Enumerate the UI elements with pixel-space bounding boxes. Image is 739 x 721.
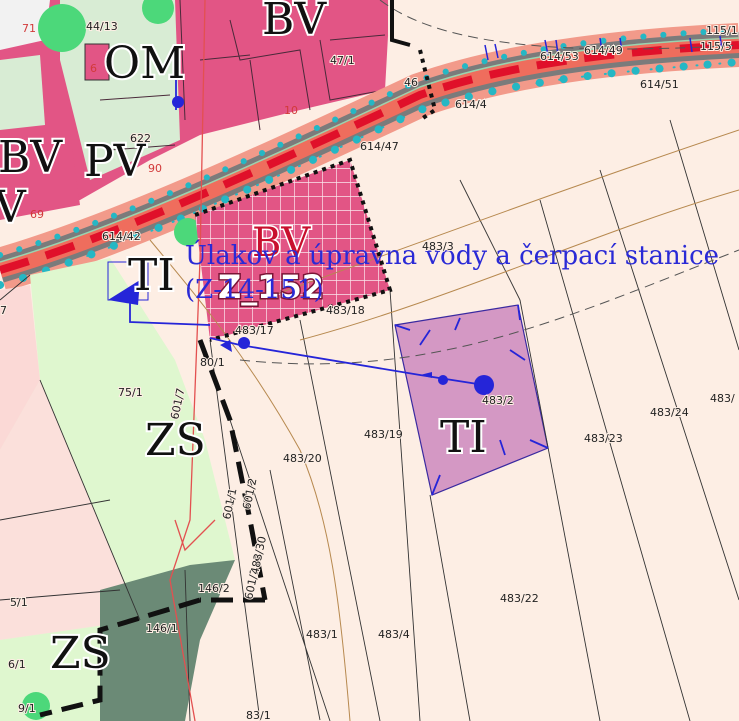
parcel-7: 7	[0, 304, 7, 317]
parcel-71: 71	[22, 22, 36, 35]
zone-label-bv-left: BV	[0, 132, 63, 183]
parcel-75-1: 75/1	[118, 386, 143, 399]
map-canvas[interactable]: BV OM BV PV V TI BV Z_152 TI ZS ZS Úlako…	[0, 0, 739, 721]
annotation-line2: (Z-14-151)	[185, 275, 324, 305]
parcel-483-18: 483/18	[326, 304, 365, 317]
parcel-47-1: 47/1	[330, 54, 355, 67]
parcel-483-20: 483/20	[283, 452, 322, 465]
parcel-614-53: 614/53	[540, 50, 579, 63]
parcel-614-49: 614/49	[584, 44, 623, 57]
zone-label-zs-mid: ZS	[145, 415, 206, 466]
parcel-483-4: 483/4	[378, 628, 410, 641]
parcel-146-2: 146/2	[198, 582, 230, 595]
parcel-622: 622	[130, 132, 151, 145]
parcel-483-2: 483/2	[482, 394, 514, 407]
parcel-614-4: 614/4	[455, 98, 487, 111]
parcel-115-1: 115/1	[706, 24, 738, 37]
parcel-10: 10	[284, 104, 298, 117]
pipe-node-dot-left	[238, 337, 250, 349]
parcel-80-1: 80/1	[200, 356, 225, 369]
parcel-83-1: 83/1	[246, 709, 271, 721]
parcel-483-22: 483/22	[500, 592, 539, 605]
zone-label-bv-top: BV	[262, 0, 327, 45]
public-space-left	[0, 55, 45, 130]
parcel-5-1: 5/1	[10, 596, 28, 609]
parcel-483-1: 483/1	[306, 628, 338, 641]
zone-label-ti-left: TI	[128, 250, 175, 301]
parcel-483-19: 483/19	[364, 428, 403, 441]
parcel-483-3: 483/3	[422, 240, 454, 253]
parcel-44-13: 44/13	[86, 20, 118, 33]
parcel-483-24: 483/24	[650, 406, 689, 419]
parcel-483-right: 483/	[710, 392, 735, 405]
pump-station-dot[interactable]	[474, 375, 494, 395]
parcel-483-23: 483/23	[584, 432, 623, 445]
parcel-6-1: 6/1	[8, 658, 26, 671]
parcel-614-47: 614/47	[360, 140, 399, 153]
parcel-483-17: 483/17	[235, 324, 274, 337]
civic-circle-top	[38, 4, 86, 52]
parcel-6: 6	[90, 62, 97, 75]
zone-label-zs-bottom: ZS	[50, 628, 111, 679]
parcel-69: 69	[30, 208, 44, 221]
parcel-46: 46	[404, 76, 418, 89]
parcel-90: 90	[148, 162, 162, 175]
zone-label-ti-right: TI	[440, 412, 487, 463]
parcel-614-42: 614/42	[102, 230, 141, 243]
zone-label-v-left: V	[0, 182, 27, 233]
pipe-node-dot	[438, 375, 448, 385]
zone-label-om: OM	[104, 38, 185, 89]
parcel-146-1: 146/1	[146, 622, 178, 635]
parcel-115-5: 115/5	[700, 40, 732, 53]
parcel-9-1: 9/1	[18, 702, 36, 715]
parcel-614-51: 614/51	[640, 78, 679, 91]
pipe-node-top	[172, 96, 184, 108]
map-svg: BV OM BV PV V TI BV Z_152 TI ZS ZS Úlako…	[0, 0, 739, 721]
